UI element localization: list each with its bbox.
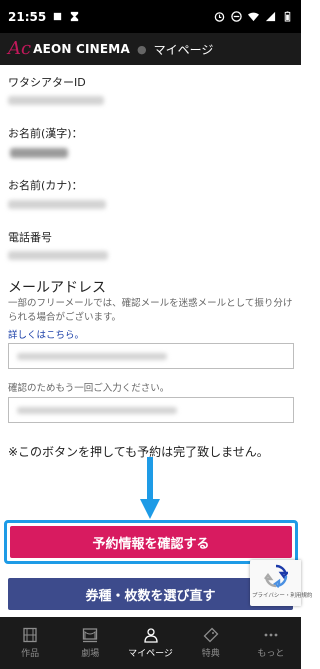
notification-icon [54, 12, 62, 21]
recaptcha-text[interactable]: プライバシー・利用規約 [252, 591, 312, 599]
name-kana-label: お名前(カナ)： [8, 179, 83, 192]
email-note: 一部のフリーメールでは、確認メールを迷惑メールとして振り分けられる場合がございま… [8, 298, 293, 323]
film-icon [23, 627, 37, 643]
brand-name: AEON CINEMA [33, 42, 130, 56]
status-time: 21:55 [8, 9, 47, 24]
nav-item-benefits[interactable]: 特典 [181, 617, 241, 669]
nav-item-mypage[interactable]: マイページ [120, 617, 180, 669]
email-input[interactable] [8, 343, 294, 369]
email-confirm-input[interactable] [8, 397, 294, 423]
aeon-cinema-logo: Ac [8, 38, 32, 59]
alarm-icon [214, 12, 225, 22]
email-confirm-note: 確認のためもう一回ご入力ください。 [8, 383, 170, 394]
phone-label: 電話番号 [8, 231, 52, 244]
more-icon [264, 633, 278, 637]
email-input-value [17, 353, 167, 360]
title-separator: ● [136, 42, 147, 56]
hourglass-icon [71, 11, 79, 22]
theater-icon [83, 628, 98, 643]
page-title: マイページ [153, 42, 214, 57]
phone-value [8, 251, 108, 260]
do-not-disturb-icon [231, 11, 242, 22]
recaptcha-icon [264, 564, 288, 588]
signal-icon [265, 11, 276, 22]
warning-text: ※このボタンを押しても予約は完了致しません。 [8, 445, 269, 459]
name-kanji-value [10, 148, 68, 158]
watashi-id-label: ワタシアターID [8, 76, 86, 89]
email-label: メールアドレス [8, 280, 106, 296]
watashi-id-value [8, 96, 104, 105]
nav-item-movies[interactable]: 作品 [0, 617, 60, 669]
confirm-reservation-button[interactable]: 予約情報を確認する [10, 526, 292, 558]
nav-label-more: もっと [257, 649, 285, 659]
person-icon [143, 628, 158, 643]
bottom-nav: 作品 劇場 マイページ 特典 もっと [0, 617, 301, 669]
app-bar: Ac AEON CINEMA ● マイページ [0, 33, 301, 65]
battery-icon [284, 11, 291, 22]
nav-item-more[interactable]: もっと [241, 617, 301, 669]
details-link[interactable]: 詳しくはこちら。 [8, 327, 84, 341]
nav-label-benefits: 特典 [201, 649, 220, 659]
nav-label-movies: 作品 [21, 649, 40, 659]
arrow-down-icon [140, 457, 160, 519]
email-confirm-input-value [17, 407, 177, 414]
nav-label-mypage: マイページ [128, 649, 173, 659]
name-kanji-label: お名前(漢字)： [8, 127, 83, 140]
status-bar: 21:55 [0, 0, 301, 33]
nav-label-theaters: 劇場 [81, 649, 100, 659]
nav-item-theaters[interactable]: 劇場 [60, 617, 120, 669]
reservation-form: ワタシアターID お名前(漢字)： お名前(カナ)： 電話番号 メールアドレス … [0, 65, 301, 617]
ticket-icon [203, 627, 219, 643]
name-kana-value [8, 200, 106, 209]
recaptcha-badge[interactable]: プライバシー・利用規約 [250, 560, 312, 606]
wifi-icon [248, 12, 259, 22]
